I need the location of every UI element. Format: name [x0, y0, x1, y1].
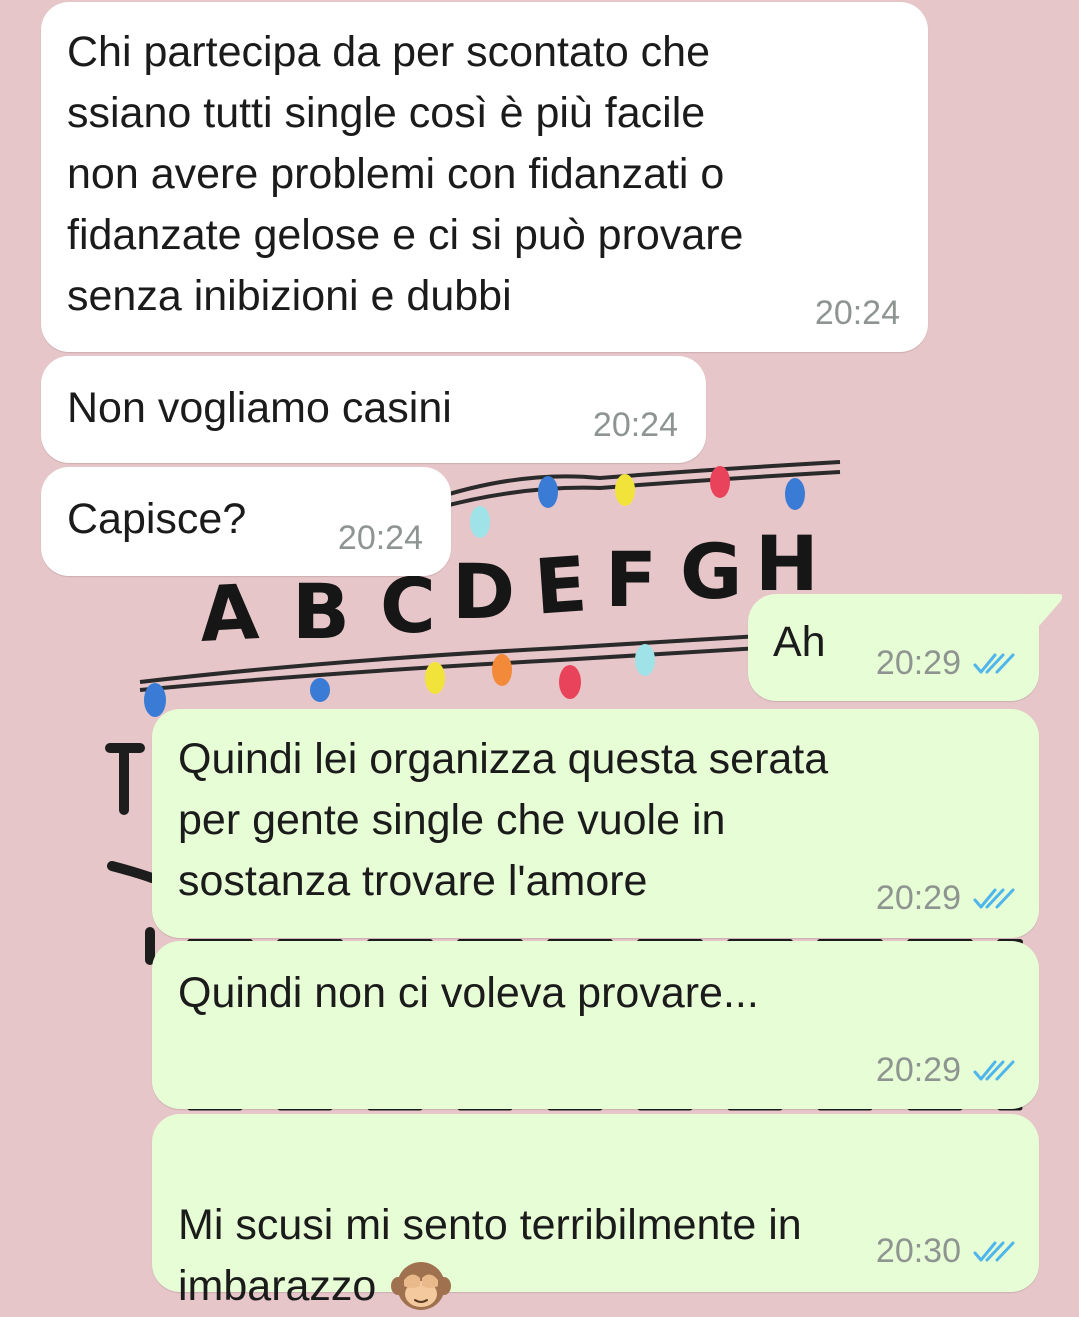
- read-ticks-icon: [973, 1241, 1015, 1261]
- message-text: Mi scusi mi sento terribilmente in imbar…: [178, 1134, 802, 1317]
- outgoing-message-bubble[interactable]: Quindi lei organizza questa serata per g…: [152, 709, 1039, 938]
- letter-f: F: [605, 535, 657, 624]
- message-meta: 20:24: [338, 519, 423, 558]
- message-time: 20:24: [337, 519, 423, 557]
- letter-e: E: [532, 539, 590, 631]
- see-no-evil-monkey-icon: [391, 1262, 452, 1310]
- message-time: 20:24: [592, 406, 678, 444]
- incoming-message-bubble[interactable]: Chi partecipa da per scontato che ssiano…: [41, 2, 928, 352]
- letter-a: A: [197, 567, 261, 659]
- message-meta: 20:30: [876, 1232, 1015, 1271]
- message-text-content: Mi scusi mi sento terribilmente in imbar…: [178, 1201, 802, 1310]
- message-text: Non vogliamo casini: [67, 384, 452, 432]
- letter-g: G: [680, 527, 742, 616]
- message-text: Quindi lei organizza questa serata per g…: [178, 735, 829, 905]
- message-time: 20:24: [814, 294, 900, 332]
- message-text: Quindi non ci voleva provare...: [178, 969, 759, 1017]
- message-meta: 20:24: [593, 406, 678, 445]
- read-ticks-icon: [973, 888, 1015, 908]
- message-time: 20:29: [875, 879, 961, 917]
- letter-d: D: [452, 547, 515, 636]
- message-meta: 20:24: [815, 294, 900, 333]
- read-ticks-icon: [973, 1060, 1015, 1080]
- message-text: Ah: [773, 618, 826, 666]
- message-time: 20:29: [875, 644, 961, 682]
- incoming-message-bubble[interactable]: Non vogliamo casini 20:24: [41, 356, 706, 463]
- read-ticks-icon: [973, 653, 1015, 673]
- message-meta: 20:29: [876, 644, 1015, 683]
- message-meta: 20:29: [876, 1051, 1015, 1090]
- light-wire-top: [429, 460, 841, 512]
- message-text: Chi partecipa da per scontato che ssiano…: [67, 28, 744, 320]
- message-time: 20:30: [875, 1232, 961, 1270]
- outgoing-message-bubble[interactable]: Ah 20:29: [748, 594, 1039, 701]
- outgoing-message-bubble[interactable]: Quindi non ci voleva provare... 20:29: [152, 941, 1039, 1109]
- message-time: 20:29: [875, 1051, 961, 1089]
- outgoing-message-bubble[interactable]: Mi scusi mi sento terribilmente in imbar…: [152, 1114, 1039, 1310]
- message-meta: 20:29: [876, 879, 1015, 918]
- message-text: Capisce?: [67, 495, 247, 543]
- incoming-message-bubble[interactable]: Capisce? 20:24: [41, 467, 451, 576]
- letter-b: B: [292, 567, 350, 656]
